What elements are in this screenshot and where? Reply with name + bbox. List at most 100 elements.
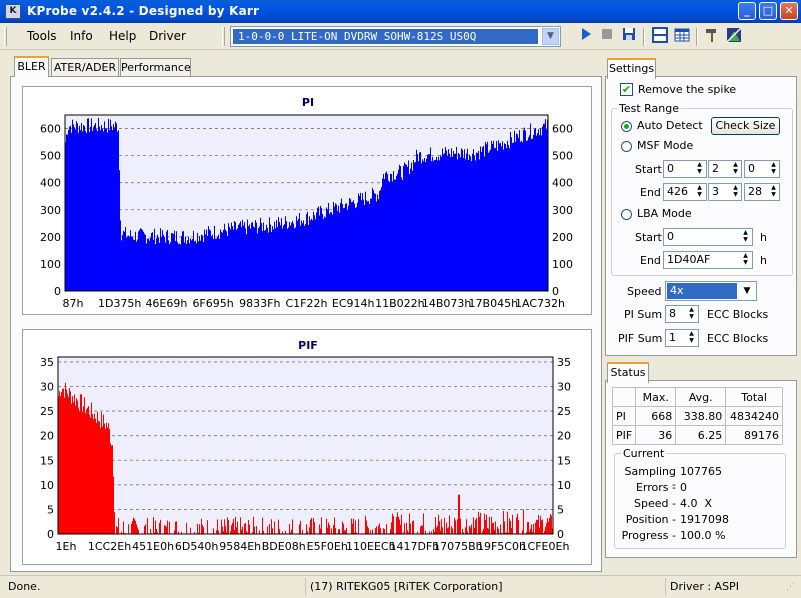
- lba-end-spinner[interactable]: ▲ ▼: [741, 252, 750, 268]
- bar: [462, 149, 463, 291]
- bar: [479, 159, 480, 291]
- bar: [313, 211, 314, 291]
- x-tick-label: 1CFE0Eh: [521, 540, 570, 553]
- bar: [130, 230, 131, 291]
- bar: [159, 522, 160, 534]
- x-tick-label: 19F5C0h: [477, 540, 526, 553]
- bar: [374, 193, 375, 291]
- menu-info[interactable]: Info: [70, 29, 93, 43]
- screenshot-button[interactable]: [724, 27, 744, 47]
- bar: [474, 527, 475, 534]
- chevron-down-icon[interactable]: ▼: [542, 28, 559, 45]
- msf-mode-radio[interactable]: [621, 141, 632, 152]
- table-view-button[interactable]: [672, 27, 692, 47]
- layout-split-button[interactable]: [650, 27, 670, 47]
- speed-select[interactable]: 4x ▼: [665, 281, 757, 301]
- drive-select[interactable]: 1-0-0-0 LITE-ON DVDRW SOHW-812S US0Q ▼: [230, 26, 561, 47]
- msf-start-min-spinner[interactable]: ▲ ▼: [695, 161, 704, 177]
- bar: [131, 236, 132, 291]
- bar: [197, 232, 198, 291]
- bar: [254, 227, 255, 291]
- pif-max: 36: [635, 425, 677, 445]
- bar: [187, 240, 188, 291]
- check-size-button[interactable]: Check Size: [711, 117, 780, 135]
- bar: [259, 530, 260, 534]
- msf-start-frame-spinner[interactable]: ▲ ▼: [769, 161, 778, 177]
- bar: [200, 240, 201, 291]
- tab-ater-ader[interactable]: ATER/ADER: [51, 58, 119, 76]
- tab-bler[interactable]: BLER: [14, 56, 49, 77]
- save-button[interactable]: [619, 27, 639, 47]
- close-button[interactable]: ✕: [780, 2, 798, 20]
- bar: [434, 160, 435, 291]
- bar: [444, 153, 445, 291]
- bar: [220, 229, 221, 291]
- bar: [455, 153, 456, 291]
- x-tick-label: 1CC2Eh: [88, 540, 131, 553]
- bar: [327, 527, 328, 534]
- msf-end-sec-spinner[interactable]: ▲ ▼: [731, 184, 740, 200]
- bar: [268, 232, 269, 291]
- tab-status[interactable]: Status: [607, 362, 649, 383]
- bar: [125, 227, 126, 291]
- bar: [504, 143, 505, 291]
- bar: [225, 526, 226, 534]
- bar: [128, 524, 129, 534]
- tools-button[interactable]: [702, 27, 722, 47]
- minimize-button[interactable]: _: [738, 2, 756, 20]
- bar: [223, 229, 224, 291]
- bar: [339, 529, 340, 534]
- msf-end-frame-spinner[interactable]: ▲ ▼: [769, 184, 778, 200]
- bar: [304, 225, 305, 291]
- stop-button[interactable]: [597, 27, 617, 47]
- bar: [75, 405, 76, 534]
- stats-table: Max. Avg. Total PI 668 338.80 4834240 PI…: [611, 387, 783, 445]
- auto-detect-radio[interactable]: [621, 121, 632, 132]
- bar: [487, 141, 488, 291]
- remove-spike-checkbox[interactable]: ✔: [620, 83, 633, 96]
- bar: [119, 170, 120, 291]
- bar: [442, 148, 443, 291]
- play-button[interactable]: [576, 27, 596, 47]
- bar: [416, 149, 417, 291]
- app-icon: K: [5, 4, 21, 19]
- chevron-down-icon[interactable]: ▼: [739, 283, 755, 299]
- menu-driver[interactable]: Driver: [149, 29, 186, 43]
- tab-settings[interactable]: Settings: [607, 58, 656, 79]
- bar: [542, 519, 543, 534]
- tab-performance[interactable]: Performance: [120, 58, 191, 76]
- bar: [466, 519, 467, 534]
- x-tick-label: 1Eh: [56, 540, 77, 553]
- lba-mode-radio[interactable]: [621, 209, 632, 220]
- bar: [118, 518, 119, 534]
- bar: [436, 156, 437, 291]
- msf-end-min-spinner[interactable]: ▲ ▼: [695, 184, 704, 200]
- maximize-button[interactable]: □: [759, 2, 777, 20]
- bar: [266, 224, 267, 291]
- pif-sum-spinner[interactable]: ▲ ▼: [687, 330, 696, 346]
- bar: [277, 227, 278, 291]
- bar: [530, 123, 531, 291]
- pi-total: 4834240: [725, 406, 783, 426]
- bar: [325, 217, 326, 291]
- msf-start-sec-spinner[interactable]: ▲ ▼: [731, 161, 740, 177]
- bar: [190, 238, 191, 291]
- resize-grip-icon[interactable]: ⋰: [786, 583, 798, 596]
- bar: [426, 158, 427, 291]
- bar: [148, 238, 149, 291]
- menu-help[interactable]: Help: [109, 29, 136, 43]
- bar: [258, 228, 259, 291]
- bar: [302, 530, 303, 534]
- lba-end-input[interactable]: 1D40AF: [663, 251, 753, 269]
- progress-label: Progress -: [621, 529, 676, 542]
- bar: [531, 524, 532, 534]
- pi-sum-spinner[interactable]: ▲ ▼: [687, 306, 696, 322]
- lba-start-input[interactable]: 0: [663, 228, 753, 246]
- y-tick-label-right: 30: [557, 381, 571, 394]
- bar: [267, 526, 268, 534]
- lba-start-spinner[interactable]: ▲ ▼: [741, 229, 750, 245]
- bar: [288, 227, 289, 291]
- bar: [281, 218, 282, 291]
- menu-tools[interactable]: Tools: [27, 29, 57, 43]
- title-bar[interactable]: K KProbe v2.4.2 - Designed by Karr _ □ ✕: [0, 0, 801, 23]
